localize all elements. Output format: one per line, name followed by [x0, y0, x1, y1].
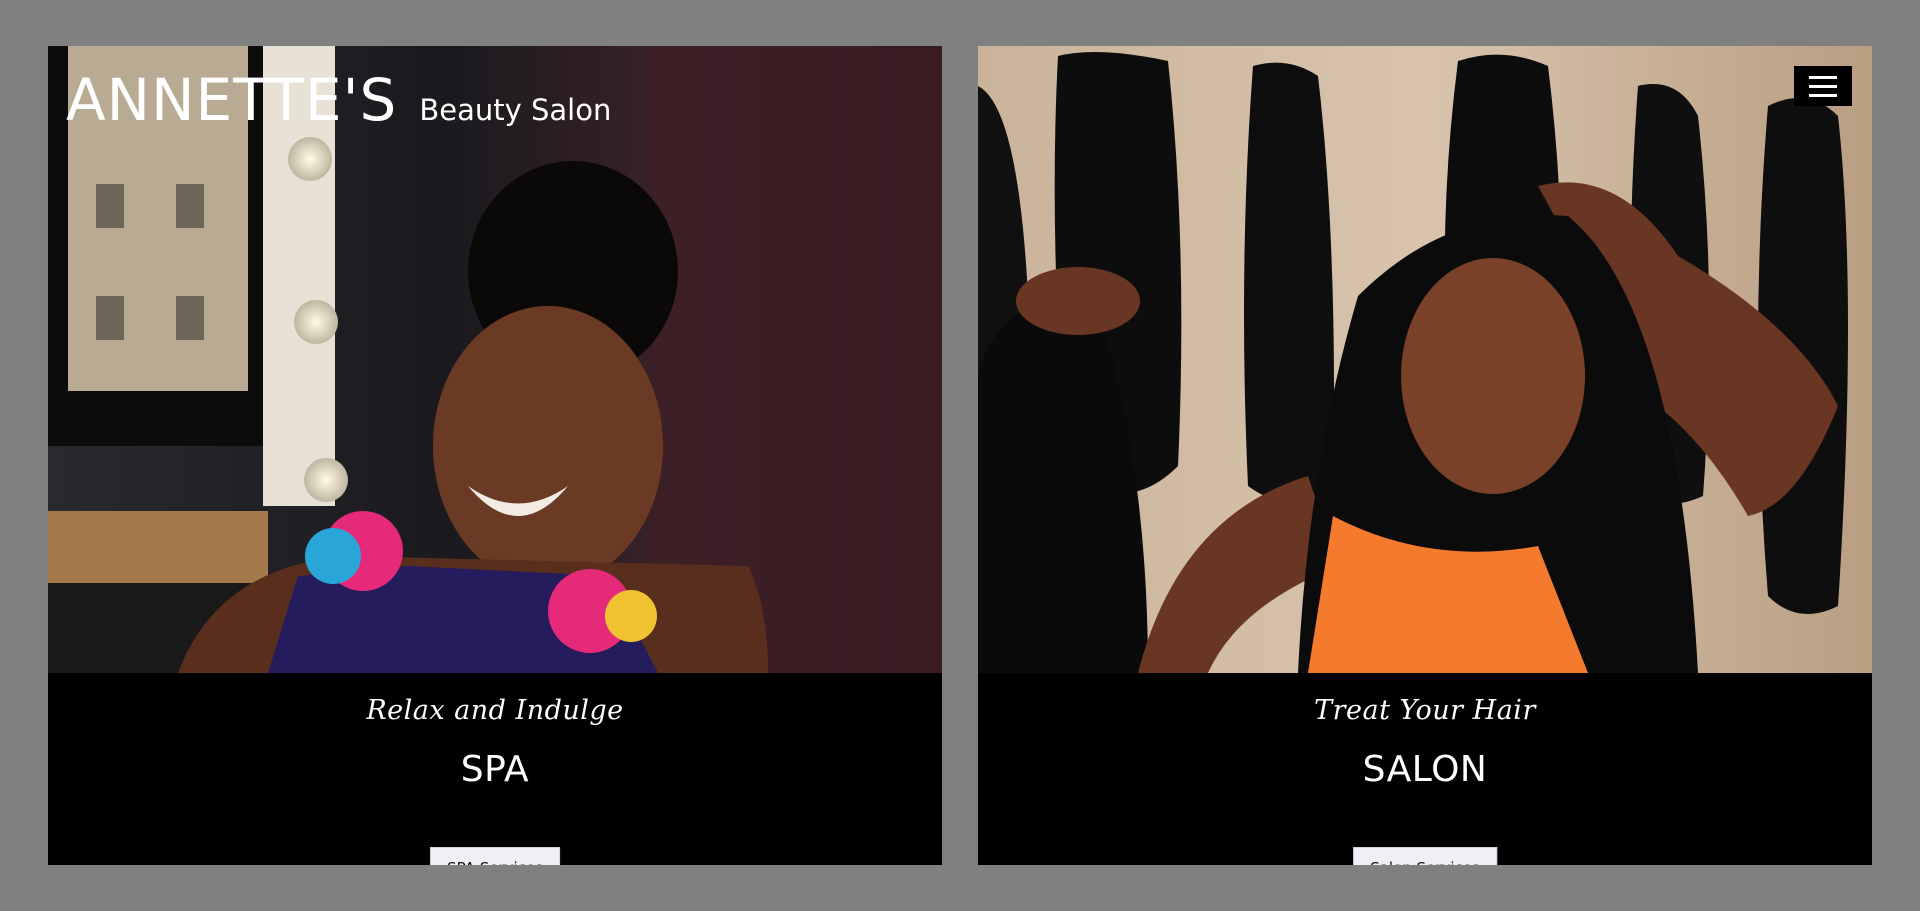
hamburger-menu-icon [1809, 76, 1837, 79]
hamburger-menu-icon-line [1809, 85, 1837, 88]
salon-services-button[interactable]: Salon Services [1353, 847, 1497, 865]
salon-title: SALON [1362, 749, 1488, 790]
salon-photo-illustration [978, 46, 1872, 673]
brand-name: ANNETTE'S [66, 66, 398, 134]
brand-logo[interactable]: ANNETTE'S Beauty Salon [66, 66, 611, 134]
salon-photo [978, 46, 1872, 673]
spa-services-button[interactable]: SPA Services [430, 847, 560, 865]
spa-caption: Relax and Indulge SPA SPA Services [48, 673, 942, 865]
salon-tagline: Treat Your Hair [1314, 695, 1536, 726]
hamburger-menu-button[interactable] [1794, 66, 1852, 106]
spa-title: SPA [460, 749, 530, 790]
spa-photo [48, 46, 942, 673]
brand-subtitle: Beauty Salon [419, 93, 612, 127]
salon-caption: Treat Your Hair SALON Salon Services [978, 673, 1872, 865]
salon-card: Treat Your Hair SALON Salon Services [978, 46, 1872, 865]
hamburger-menu-icon-line [1809, 94, 1837, 97]
spa-card: Relax and Indulge SPA SPA Services ANNET… [48, 46, 942, 865]
spa-photo-illustration [48, 46, 942, 673]
spa-tagline: Relax and Indulge [366, 695, 624, 726]
